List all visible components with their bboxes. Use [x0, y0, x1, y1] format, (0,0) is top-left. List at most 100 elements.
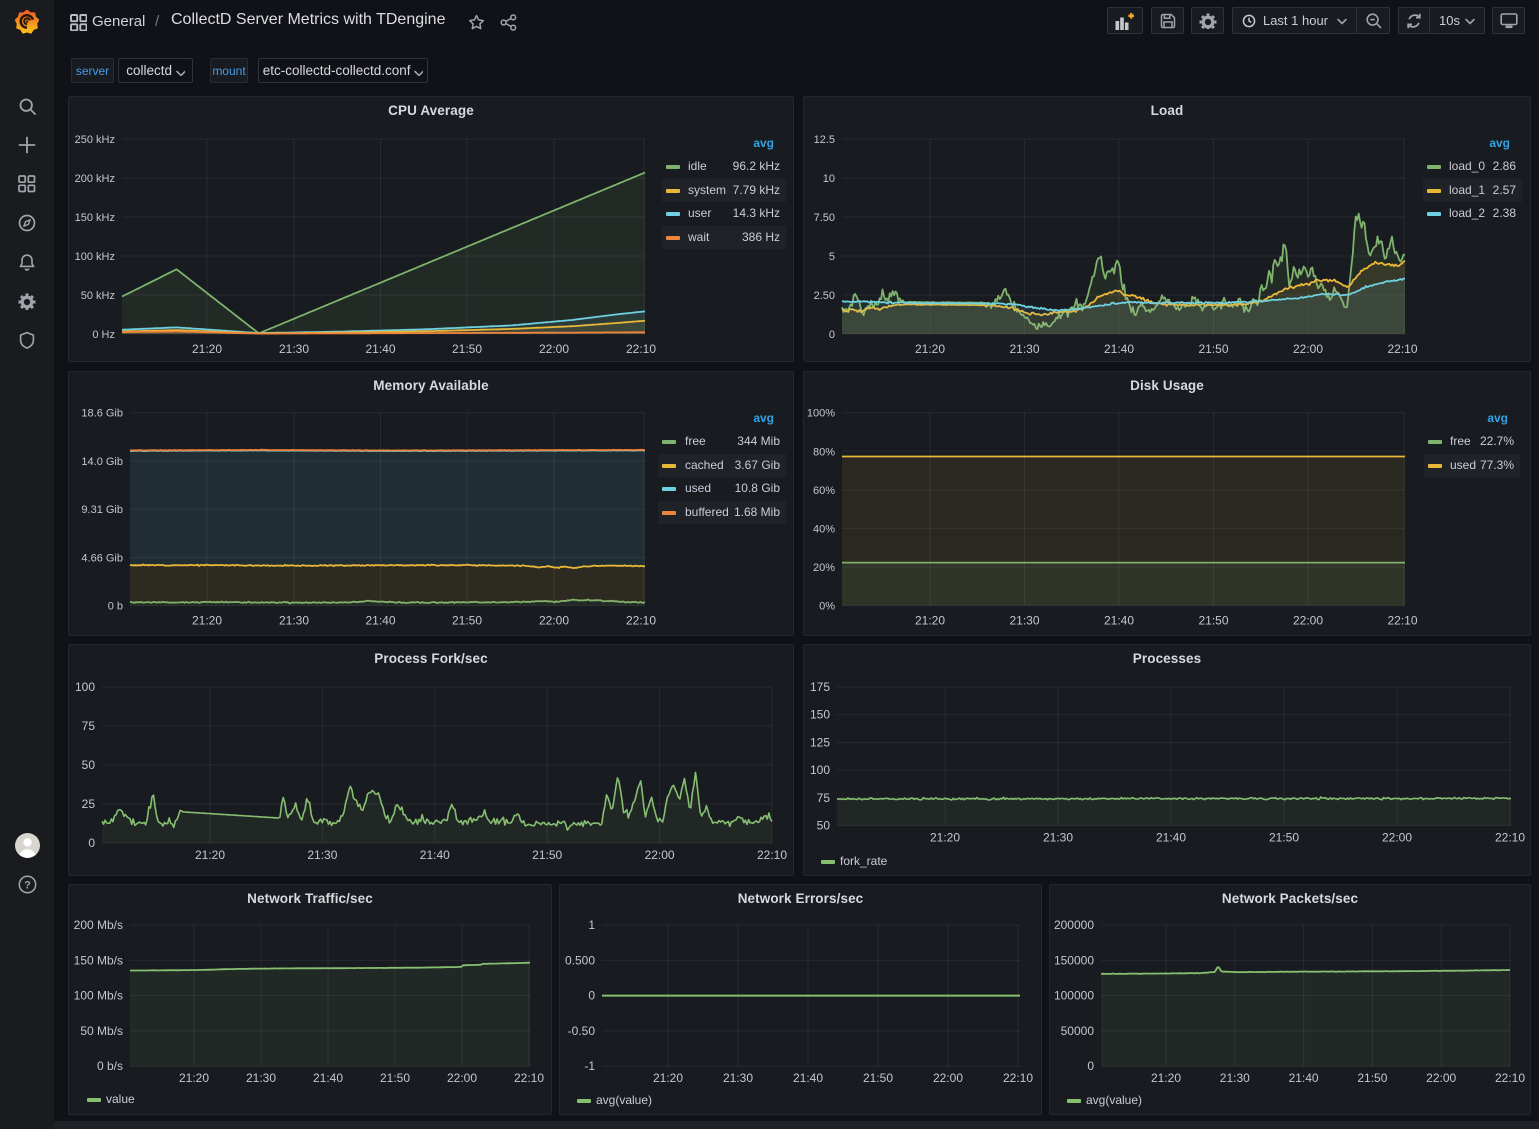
svg-text:250 kHz: 250 kHz	[75, 134, 115, 146]
svg-text:21:20: 21:20	[930, 831, 960, 845]
svg-text:100 Mb/s: 100 Mb/s	[74, 989, 123, 1003]
svg-text:200 kHz: 200 kHz	[75, 173, 115, 185]
svg-text:21:20: 21:20	[915, 342, 945, 356]
svg-text:100: 100	[75, 680, 95, 694]
svg-text:7.50: 7.50	[814, 212, 835, 224]
svg-text:20%: 20%	[813, 562, 835, 574]
svg-text:21:40: 21:40	[313, 1071, 343, 1085]
svg-text:21:40: 21:40	[420, 848, 450, 862]
svg-text:21:30: 21:30	[246, 1071, 276, 1085]
svg-text:21:40: 21:40	[1104, 342, 1134, 356]
svg-text:21:20: 21:20	[192, 342, 222, 356]
svg-text:50: 50	[817, 819, 831, 833]
svg-text:21:20: 21:20	[179, 1071, 209, 1085]
svg-text:?: ?	[24, 879, 31, 891]
svg-text:21:30: 21:30	[1009, 342, 1039, 356]
svg-text:25: 25	[82, 797, 96, 811]
svg-text:0 Hz: 0 Hz	[92, 329, 115, 341]
svg-text:21:40: 21:40	[1104, 614, 1134, 628]
svg-text:22:10: 22:10	[626, 614, 656, 628]
svg-text:22:00: 22:00	[539, 342, 569, 356]
svg-text:22:00: 22:00	[447, 1071, 477, 1085]
svg-text:100000: 100000	[1054, 989, 1094, 1003]
svg-text:50000: 50000	[1061, 1024, 1095, 1038]
svg-text:100 kHz: 100 kHz	[75, 251, 115, 263]
svg-text:22:00: 22:00	[1382, 831, 1412, 845]
svg-text:21:30: 21:30	[1220, 1071, 1250, 1085]
svg-text:22:00: 22:00	[933, 1071, 963, 1085]
svg-text:5: 5	[829, 251, 835, 263]
svg-text:21:20: 21:20	[915, 614, 945, 628]
svg-text:0 b: 0 b	[108, 601, 123, 613]
svg-text:0.500: 0.500	[565, 953, 595, 967]
svg-text:100%: 100%	[807, 408, 835, 420]
svg-text:21:50: 21:50	[532, 848, 562, 862]
svg-text:21:30: 21:30	[279, 614, 309, 628]
svg-text:21:50: 21:50	[452, 614, 482, 628]
svg-text:-0.50: -0.50	[568, 1024, 596, 1038]
svg-text:80%: 80%	[813, 446, 835, 458]
svg-text:10: 10	[823, 173, 835, 185]
svg-text:200000: 200000	[1054, 918, 1094, 932]
svg-text:22:00: 22:00	[1293, 342, 1323, 356]
svg-text:0: 0	[588, 989, 595, 1003]
svg-text:0: 0	[88, 836, 95, 850]
svg-text:21:20: 21:20	[653, 1071, 683, 1085]
svg-text:18.6 Gib: 18.6 Gib	[81, 408, 123, 420]
svg-text:75: 75	[817, 791, 831, 805]
svg-text:50 kHz: 50 kHz	[81, 290, 115, 302]
svg-text:22:10: 22:10	[1387, 342, 1417, 356]
svg-text:60%: 60%	[813, 485, 835, 497]
svg-text:0: 0	[1087, 1059, 1094, 1073]
svg-text:200 Mb/s: 200 Mb/s	[74, 918, 123, 932]
svg-text:21:30: 21:30	[279, 342, 309, 356]
svg-text:21:40: 21:40	[365, 342, 395, 356]
svg-text:0%: 0%	[819, 601, 835, 613]
svg-text:175: 175	[810, 680, 830, 694]
svg-text:22:00: 22:00	[1426, 1071, 1456, 1085]
svg-text:21:50: 21:50	[1357, 1071, 1387, 1085]
svg-text:21:30: 21:30	[723, 1071, 753, 1085]
svg-text:22:10: 22:10	[1495, 831, 1525, 845]
svg-text:22:10: 22:10	[1003, 1071, 1033, 1085]
svg-text:22:10: 22:10	[626, 342, 656, 356]
svg-text:22:00: 22:00	[645, 848, 675, 862]
svg-text:21:20: 21:20	[195, 848, 225, 862]
svg-text:22:00: 22:00	[1293, 614, 1323, 628]
svg-text:0: 0	[829, 329, 835, 341]
svg-text:21:30: 21:30	[307, 848, 337, 862]
svg-text:150: 150	[810, 708, 830, 722]
svg-text:50: 50	[82, 758, 96, 772]
svg-text:2.50: 2.50	[814, 290, 835, 302]
svg-text:12.5: 12.5	[814, 134, 835, 146]
svg-text:21:50: 21:50	[1198, 614, 1228, 628]
svg-text:21:40: 21:40	[793, 1071, 823, 1085]
svg-text:150 Mb/s: 150 Mb/s	[74, 953, 123, 967]
svg-text:21:50: 21:50	[1198, 342, 1228, 356]
svg-text:22:10: 22:10	[757, 848, 787, 862]
svg-text:22:10: 22:10	[514, 1071, 544, 1085]
svg-text:22:10: 22:10	[1495, 1071, 1525, 1085]
svg-text:22:10: 22:10	[1387, 614, 1417, 628]
svg-text:21:50: 21:50	[1269, 831, 1299, 845]
svg-text:150 kHz: 150 kHz	[75, 212, 115, 224]
svg-text:21:30: 21:30	[1009, 614, 1039, 628]
svg-text:75: 75	[82, 719, 96, 733]
svg-text:9.31 Gib: 9.31 Gib	[81, 504, 123, 516]
svg-text:21:50: 21:50	[863, 1071, 893, 1085]
svg-text:21:20: 21:20	[192, 614, 222, 628]
svg-text:50 Mb/s: 50 Mb/s	[80, 1024, 123, 1038]
svg-text:14.0 Gib: 14.0 Gib	[81, 456, 123, 468]
svg-text:21:50: 21:50	[452, 342, 482, 356]
svg-text:4.66 Gib: 4.66 Gib	[81, 552, 123, 564]
svg-text:40%: 40%	[813, 523, 835, 535]
svg-text:125: 125	[810, 735, 830, 749]
svg-text:-1: -1	[584, 1059, 595, 1073]
svg-text:21:40: 21:40	[365, 614, 395, 628]
svg-text:0 b/s: 0 b/s	[97, 1059, 123, 1073]
svg-text:21:40: 21:40	[1289, 1071, 1319, 1085]
svg-text:150000: 150000	[1054, 953, 1094, 967]
svg-text:21:40: 21:40	[1156, 831, 1186, 845]
svg-text:1: 1	[588, 918, 595, 932]
svg-text:22:00: 22:00	[539, 614, 569, 628]
